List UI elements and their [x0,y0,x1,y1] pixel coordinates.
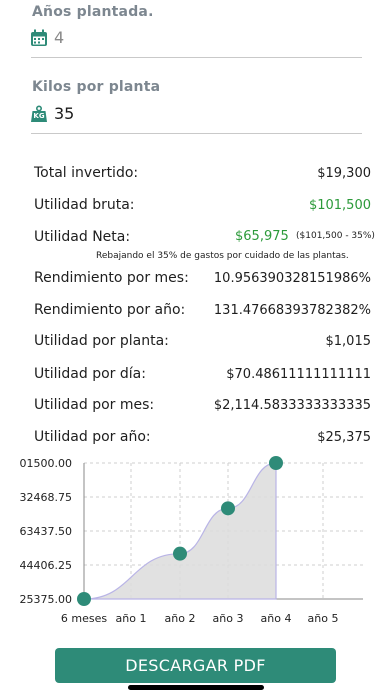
x-tick-label: año 2 [165,612,196,625]
chart-y-ticks: 01500.00 32468.75 63437.50 44406.25 25375.00 [20,457,73,606]
x-tick-label: 6 meses [61,612,107,625]
y-tick-label: 32468.75 [20,491,73,504]
anos-plantada-label: Años plantada. [32,4,154,20]
chart-x-ticks: 6 meses año 1 año 2 año 3 año 4 año 5 [61,612,339,625]
kilos-underline [31,133,362,134]
utilidad-neta-detail: ($101,500 - 35%) [296,231,375,241]
kilos-input[interactable]: 35 [54,104,74,123]
chart-point[interactable] [269,456,283,470]
rendimiento-ano-value: 131.47668393782382% [213,303,371,318]
home-indicator [128,685,264,690]
anos-plantada-input[interactable]: 4 [54,28,64,47]
kilos-label: Kilos por planta [32,79,161,95]
utilidad-mes-label: Utilidad por mes: [34,397,155,413]
rendimiento-mes-label: Rendimiento por mes: [34,270,189,286]
utilidad-dia-value: $70.48611111111111 [226,367,371,382]
calendar-icon [31,29,47,46]
utilidad-planta-label: Utilidad por planta: [34,333,169,349]
anos-underline [31,57,362,58]
x-tick-label: año 1 [116,612,147,625]
kg-weight-icon: KG [30,105,48,123]
x-tick-label: año 3 [213,612,244,625]
utilidad-ano-value: $25,375 [317,430,371,445]
total-invertido-label: Total invertido: [34,165,139,181]
utilidad-dia-label: Utilidad por día: [34,366,146,382]
utilidad-bruta-value: $101,500 [308,198,371,213]
total-invertido-value: $19,300 [317,166,371,181]
utilidad-planta-value: $1,015 [325,334,372,349]
y-tick-label: 25375.00 [20,593,73,606]
y-tick-label: 63437.50 [20,525,73,538]
chart-point[interactable] [221,501,235,516]
x-tick-label: año 4 [261,612,292,625]
chart-point[interactable] [77,592,91,606]
rendimiento-mes-value: 10.956390328151986% [213,271,371,286]
chart-point[interactable] [173,546,187,561]
utilidad-ano-label: Utilidad por año: [34,429,151,445]
rendimiento-ano-label: Rendimiento por año: [34,302,186,318]
download-pdf-button[interactable]: DESCARGAR PDF [55,648,336,683]
kg-icon-text: KG [33,112,45,120]
x-tick-label: año 5 [308,612,339,625]
y-tick-label: 01500.00 [20,457,73,470]
utilidad-mes-value: $2,114.5833333333335 [213,398,371,413]
y-tick-label: 44406.25 [20,559,73,572]
utilidad-neta-label: Utilidad Neta: [34,229,131,245]
utilidad-neta-value: $65,975 [235,229,289,244]
profit-chart: 01500.00 32468.75 63437.50 44406.25 25375.00… [20,456,363,625]
gastos-note: Rebajando el 35% de gastos por cuidado d… [96,251,349,261]
utilidad-bruta-label: Utilidad bruta: [34,197,135,213]
